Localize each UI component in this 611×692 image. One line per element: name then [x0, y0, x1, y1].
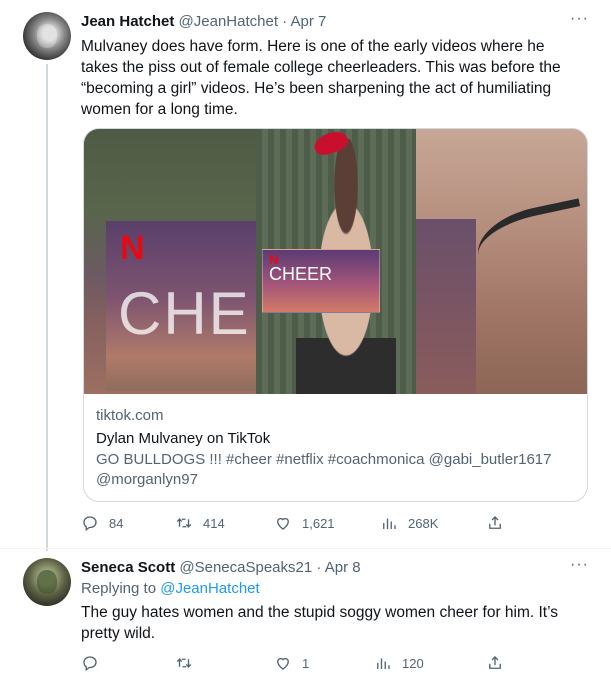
- retweet-icon: [176, 517, 192, 529]
- reply-icon: [83, 656, 97, 672]
- netflix-logo-big: N: [120, 229, 145, 267]
- separator-dot: ·: [282, 13, 288, 30]
- like-button[interactable]: 1,621: [274, 514, 335, 532]
- tweet-header: Jean Hatchet @JeanHatchet · Apr 7: [81, 12, 326, 32]
- user-handle[interactable]: @SenecaSpeaks21: [179, 559, 312, 576]
- tweet-header: Seneca Scott @SenecaSpeaks21 · Apr 8: [81, 558, 361, 578]
- replying-mention[interactable]: @JeanHatchet: [160, 580, 259, 597]
- like-count: 1,621: [302, 515, 335, 531]
- card-info[interactable]: tiktok.com Dylan Mulvaney on TikTok GO B…: [84, 394, 587, 501]
- action-bar: 84 414 1,621 268K: [81, 514, 521, 534]
- display-name[interactable]: Jean Hatchet: [81, 13, 174, 30]
- retweet-button[interactable]: [175, 654, 203, 672]
- share-icon: [489, 656, 501, 669]
- display-name[interactable]: Seneca Scott: [81, 559, 175, 576]
- retweet-button[interactable]: 414: [175, 514, 225, 532]
- tweet-date[interactable]: Apr 8: [325, 559, 361, 576]
- heart-icon: [277, 657, 289, 670]
- thumbnail-panel-right: [416, 129, 587, 394]
- thumbnail-panel-left: N CHE: [84, 129, 256, 394]
- tweet[interactable]: Jean Hatchet @JeanHatchet · Apr 7 ··· Mu…: [0, 0, 611, 548]
- poster-text-big: CHE: [118, 280, 251, 347]
- views-button[interactable]: 268K: [380, 514, 438, 532]
- views-icon: [383, 518, 396, 529]
- more-options-icon[interactable]: ···: [570, 10, 589, 28]
- like-button[interactable]: 1: [274, 654, 309, 672]
- tweet[interactable]: Seneca Scott @SenecaSpeaks21 · Apr 8 ···…: [0, 548, 611, 692]
- avatar[interactable]: [23, 12, 71, 60]
- tweet-date[interactable]: Apr 7: [291, 13, 327, 30]
- replying-to: Replying to @JeanHatchet: [81, 580, 260, 597]
- views-count: 120: [402, 655, 424, 671]
- more-options-icon[interactable]: ···: [570, 556, 589, 574]
- share-button[interactable]: [486, 654, 504, 672]
- card-domain: tiktok.com: [96, 407, 164, 424]
- heart-icon: [277, 517, 289, 530]
- like-count: 1: [302, 655, 310, 671]
- share-button[interactable]: [486, 514, 504, 532]
- share-icon: [489, 516, 501, 529]
- poster-text-small: CHEER: [269, 264, 333, 284]
- views-icon: [377, 658, 390, 669]
- views-button[interactable]: 120: [374, 654, 424, 672]
- views-count: 268K: [408, 515, 439, 531]
- separator-dot: ·: [316, 559, 322, 576]
- avatar[interactable]: [23, 558, 71, 606]
- replying-prefix: Replying to: [81, 580, 157, 597]
- action-bar: 1 120: [81, 654, 521, 674]
- retweet-icon: [176, 657, 192, 669]
- card-thumbnail[interactable]: N CHE N CHEER: [84, 129, 587, 394]
- reply-count: 84: [109, 515, 124, 531]
- user-handle[interactable]: @JeanHatchet: [179, 13, 278, 30]
- reply-button[interactable]: 84: [81, 514, 123, 532]
- retweet-count: 414: [203, 515, 225, 531]
- tweet-text: Mulvaney does have form. Here is one of …: [81, 38, 561, 118]
- card-title: Dylan Mulvaney on TikTok: [96, 430, 271, 447]
- reply-button[interactable]: [81, 654, 109, 672]
- card-description: GO BULLDOGS !!! #cheer #netflix #coachmo…: [96, 451, 552, 488]
- link-card[interactable]: N CHE N CHEER tiktok.com Dylan Mulvaney …: [83, 128, 588, 502]
- reply-icon: [83, 516, 97, 532]
- tweet-text: The guy hates women and the stupid soggy…: [81, 604, 559, 642]
- mini-poster: N CHEER: [262, 249, 380, 313]
